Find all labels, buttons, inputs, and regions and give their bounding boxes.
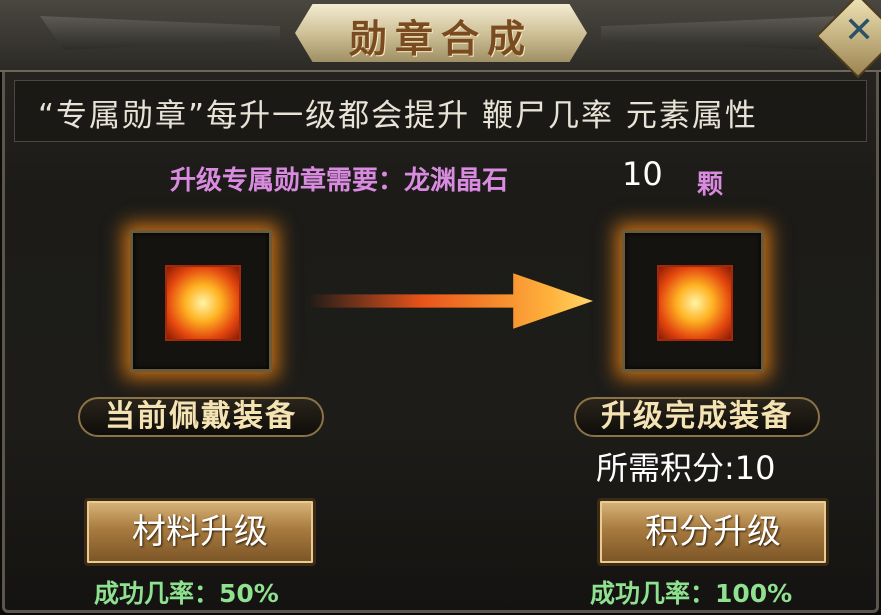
requirement-label: 升级专属勋章需要：龙渊晶石 (170, 166, 509, 196)
flame-medal-icon (165, 265, 241, 341)
result-equipment-slot[interactable] (622, 230, 764, 372)
current-equipment-label: 当前佩戴装备 (78, 397, 324, 437)
material-success-rate: 成功几率：50% (94, 579, 279, 608)
result-equipment-label: 升级完成装备 (574, 397, 820, 437)
dialog-title: 勋章合成 (348, 16, 533, 61)
points-upgrade-button[interactable]: 积分升级 (597, 498, 829, 566)
points-cost: 所需积分:10 (596, 449, 776, 487)
flame-medal-upgraded-icon (657, 265, 733, 341)
points-success-rate: 成功几率：100% (590, 579, 793, 608)
requirement-amount: 10 (622, 155, 663, 193)
material-upgrade-button[interactable]: 材料升级 (84, 498, 316, 566)
requirement-unit: 颗 (697, 170, 724, 200)
current-equipment-slot[interactable] (130, 230, 272, 372)
close-x-icon[interactable]: ✕ (844, 10, 874, 51)
description-text: “专属勋章”每升一级都会提升 鞭尸几率 元素属性 (38, 98, 758, 134)
